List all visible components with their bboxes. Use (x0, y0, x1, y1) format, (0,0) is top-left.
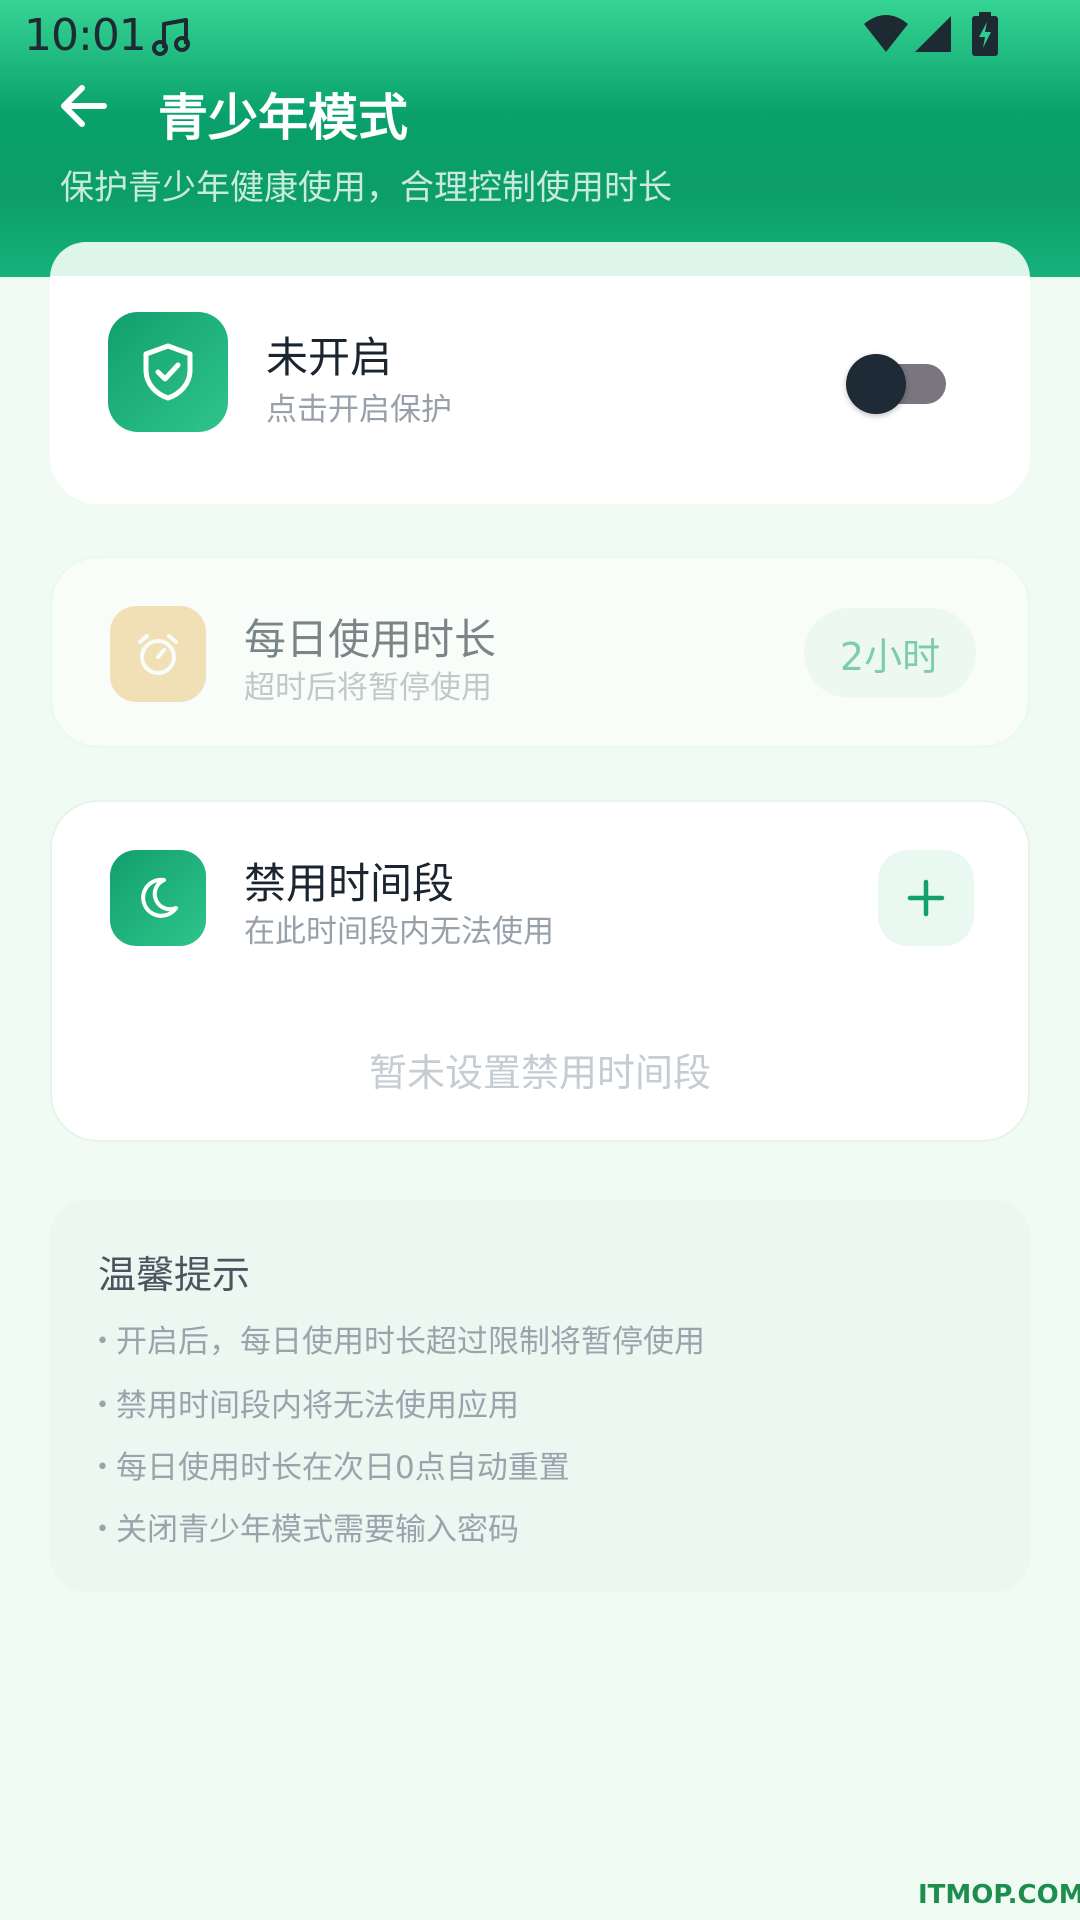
card-top-tint (50, 242, 1030, 278)
daily-usage-value-button[interactable]: 2小时 (804, 608, 976, 698)
tip-item: 禁用时间段内将无法使用应用 (96, 1380, 519, 1425)
tips-panel: 温馨提示 开启后，每日使用时长超过限制将暂停使用 禁用时间段内将无法使用应用 每… (50, 1200, 1030, 1592)
alarm-clock-icon (138, 634, 178, 675)
daily-usage-title: 每日使用时长 (244, 615, 497, 664)
back-arrow-icon[interactable] (56, 78, 112, 134)
music-note-icon (152, 18, 190, 56)
tip-item: 关闭青少年模式需要输入密码 (96, 1504, 519, 1549)
daily-usage-card[interactable]: 每日使用时长 超时后将暂停使用 2小时 (50, 556, 1030, 748)
protection-card[interactable]: 未开启 点击开启保护 (50, 242, 1030, 504)
ban-period-empty-text: 暂未设置禁用时间段 (368, 1051, 711, 1095)
tip-item: 每日使用时长在次日0点自动重置 (96, 1442, 570, 1487)
protection-status-subtitle: 点击开启保护 (266, 392, 452, 428)
protection-status-title: 未开启 (266, 333, 393, 382)
moon-icon-box (110, 850, 206, 946)
battery-charging-icon (972, 12, 998, 56)
page-title: 青少年模式 (158, 89, 408, 147)
shield-icon-box (108, 312, 228, 432)
signal-icon (915, 16, 951, 52)
ban-period-card: 禁用时间段 在此时间段内无法使用 暂未设置禁用时间段 (50, 800, 1030, 1142)
tip-item: 开启后，每日使用时长超过限制将暂停使用 (96, 1316, 705, 1361)
page-subtitle: 保护青少年健康使用，合理控制使用时长 (60, 168, 672, 208)
tips-title: 温馨提示 (98, 1253, 251, 1297)
wifi-icon (864, 15, 908, 52)
status-bar: 10:01 (0, 0, 1080, 70)
plus-icon (907, 879, 945, 917)
clock-icon-box (110, 606, 206, 702)
protection-toggle[interactable] (846, 352, 946, 416)
moon-icon (141, 877, 178, 918)
ban-period-title: 禁用时间段 (244, 859, 455, 908)
daily-usage-subtitle: 超时后将暂停使用 (244, 670, 492, 706)
ban-period-subtitle: 在此时间段内无法使用 (244, 914, 554, 950)
add-ban-period-button[interactable] (878, 850, 974, 946)
shield-check-icon (143, 343, 193, 401)
status-time: 10:01 (24, 10, 147, 61)
toggle-knob (846, 354, 906, 414)
watermark-logo: ITMOP.COM (918, 1880, 1080, 1910)
